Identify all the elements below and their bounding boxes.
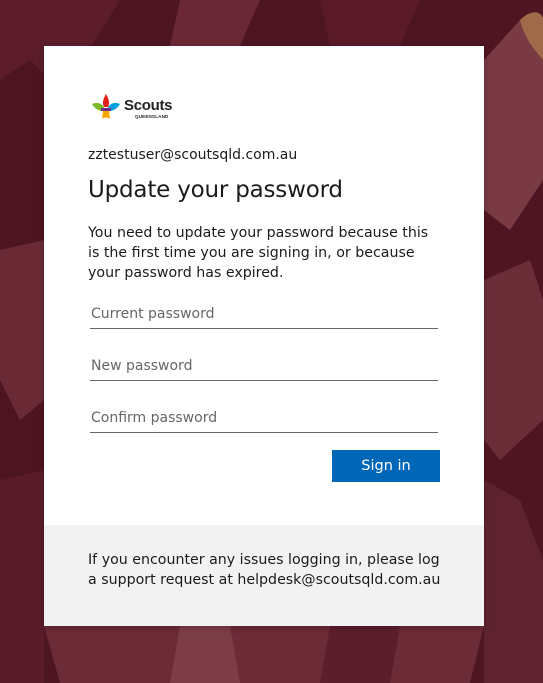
help-text: If you encounter any issues logging in, … [88,552,441,588]
description-text: You need to update your password because… [88,225,429,281]
sign-in-button[interactable]: Sign in [332,450,440,482]
page-title: Update your password [88,177,343,203]
fleur-de-lis-icon [92,94,120,119]
help-footer: If you encounter any issues logging in, … [44,525,484,626]
current-password-field[interactable] [90,299,438,329]
card-body: Scouts QUEENSLAND zztestuser@scoutsqld.c… [44,46,484,525]
logo-brand-subtitle: QUEENSLAND [135,114,169,119]
account-email: zztestuser@scoutsqld.com.au [88,147,298,163]
new-password-field[interactable] [90,351,438,381]
confirm-password-field[interactable] [90,403,438,433]
scouts-logo: Scouts QUEENSLAND [90,92,180,124]
logo-brand-name: Scouts [124,97,173,114]
login-card: Scouts QUEENSLAND zztestuser@scoutsqld.c… [44,46,484,626]
